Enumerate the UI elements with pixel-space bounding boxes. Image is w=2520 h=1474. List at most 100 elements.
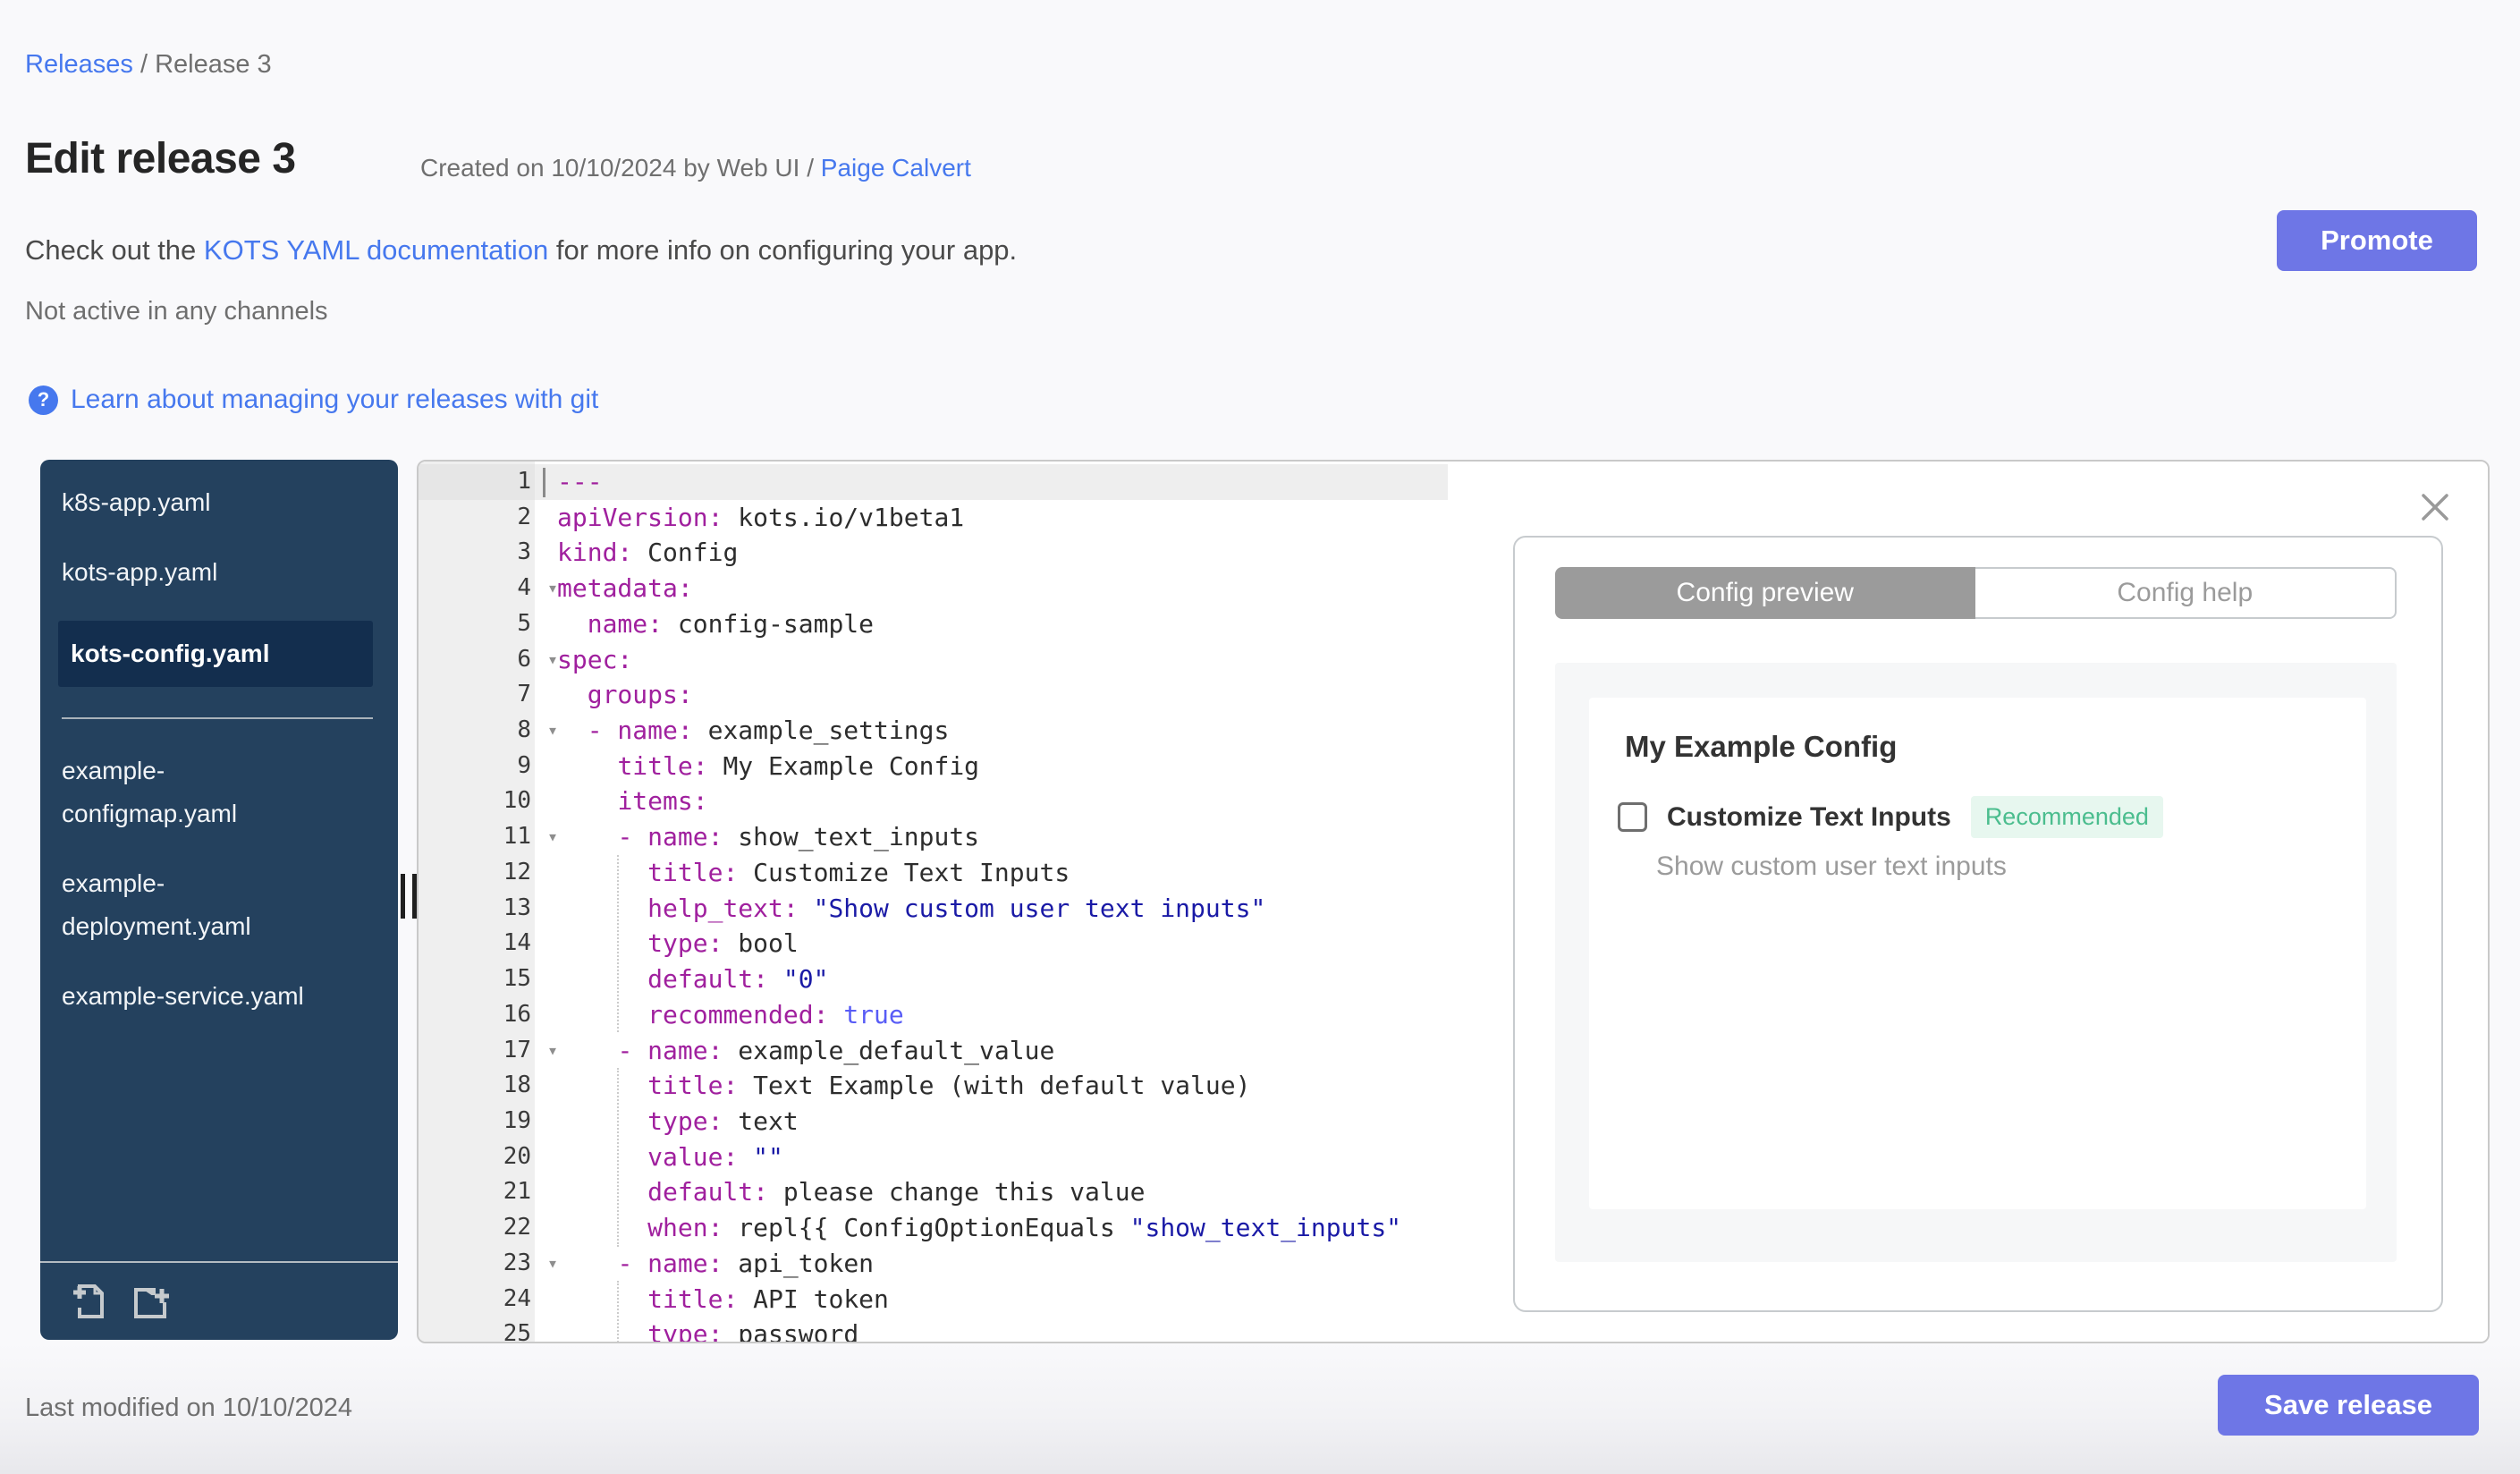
- code-line-7: groups:: [587, 680, 693, 710]
- code-line-9: title: My Example Config: [617, 750, 980, 781]
- git-link-label: Learn about managing your releases with …: [71, 385, 599, 414]
- editor-gutter: 1 2 3 4 ▾ 5 6 ▾ 7 8 ▾ 9 10 11 ▾ 12 13 14 15 16 17 ▾ 18 19 20 21 22…: [419, 462, 558, 1343]
- code-line-6: spec:: [557, 644, 633, 674]
- tab-config-preview[interactable]: Config preview: [1555, 567, 1975, 619]
- code-line-22: when: repl{{ ConfigOptionEquals "show_te…: [647, 1213, 1402, 1243]
- code-line-17: - name: example_default_value: [617, 1035, 1055, 1065]
- code-line-3: kind: Config: [557, 538, 739, 568]
- gutter-line-19: 19: [503, 1106, 531, 1134]
- preview-inner-box: Config preview Config help My Example Co…: [1513, 536, 2443, 1312]
- new-folder-icon[interactable]: [128, 1280, 171, 1323]
- gutter-line-7: 7: [517, 681, 531, 708]
- close-icon[interactable]: [2418, 490, 2452, 524]
- code-line-4: metadata:: [557, 573, 693, 604]
- kots-yaml-docs-link[interactable]: KOTS YAML documentation: [204, 234, 548, 266]
- created-text: Created on 10/10/2024 by Web UI /: [420, 154, 821, 182]
- sidebar-file-kots-config.yaml[interactable]: kots-config.yaml: [58, 621, 373, 687]
- file-list: k8s-app.yaml kots-app.yaml kots-config.yam…: [40, 460, 398, 1018]
- code-line-18: title: Text Example (with default value): [647, 1071, 1251, 1101]
- code-line-15: default: "0": [647, 964, 829, 995]
- config-item-row: Customize Text Inputs Recommended: [1618, 796, 2163, 838]
- config-preview-panel: Config preview Config help My Example Co…: [1448, 462, 2488, 1342]
- question-mark-icon: ?: [29, 385, 58, 415]
- gutter-line-24: 24: [503, 1284, 531, 1312]
- config-group-title: My Example Config: [1625, 730, 1898, 763]
- created-line: Created on 10/10/2024 by Web UI / Paige …: [420, 154, 971, 182]
- new-file-icon[interactable]: [67, 1280, 110, 1323]
- file-sidebar: k8s-app.yaml kots-app.yaml kots-config.yam…: [40, 460, 398, 1340]
- recommended-badge: Recommended: [1970, 796, 2163, 838]
- code-line-21: default: please change this value: [647, 1177, 1146, 1207]
- gutter-line-22: 22: [503, 1214, 531, 1241]
- gutter-line-12: 12: [503, 858, 531, 885]
- code-line-16: recommended: true: [647, 999, 904, 1029]
- code-line-5: name: config-sample: [587, 608, 875, 639]
- gutter-line-23: 23 ▾: [419, 1246, 558, 1282]
- text-cursor: [543, 468, 545, 497]
- promote-button[interactable]: Promote: [2277, 210, 2477, 271]
- sidebar-file-example-service.yaml[interactable]: example-service.yaml: [62, 975, 373, 1018]
- gutter-line-13: 13: [503, 894, 531, 921]
- gutter-line-25: 25: [503, 1320, 531, 1343]
- gutter-line-6: 6 ▾: [419, 642, 558, 678]
- breadcrumb-releases-link[interactable]: Releases: [25, 50, 133, 79]
- preview-content-area: My Example Config Customize Text Inputs …: [1555, 663, 2397, 1262]
- code-line-8: - name: example_settings: [587, 716, 950, 746]
- gutter-line-21: 21: [503, 1178, 531, 1206]
- sidebar-file-kots-app.yaml[interactable]: kots-app.yaml: [62, 551, 373, 594]
- gutter-line-1: 1: [419, 464, 535, 500]
- gutter-line-17: 17 ▾: [419, 1033, 558, 1069]
- code-line-19: type: text: [647, 1106, 799, 1136]
- breadcrumb: Releases / Release 3: [25, 50, 272, 80]
- code-line-11: - name: show_text_inputs: [617, 822, 980, 852]
- gutter-line-3: 3: [517, 538, 531, 566]
- code-line-20: value: "": [647, 1141, 783, 1172]
- gutter-line-9: 9: [517, 751, 531, 779]
- config-item-label: Customize Text Inputs: [1667, 801, 1951, 832]
- sidebar-file-k8s-app.yaml[interactable]: k8s-app.yaml: [62, 481, 373, 524]
- sidebar-file-example-configmap.yaml[interactable]: example-configmap.yaml: [62, 750, 373, 835]
- gutter-line-20: 20: [503, 1142, 531, 1170]
- save-release-button[interactable]: Save release: [2218, 1375, 2479, 1436]
- gutter-line-8: 8 ▾: [419, 713, 558, 749]
- breadcrumb-current: Release 3: [155, 50, 272, 79]
- sidebar-resize-handle[interactable]: [401, 874, 417, 919]
- active-line-highlight: [535, 464, 1448, 500]
- config-item-help-text: Show custom user text inputs: [1656, 851, 2007, 881]
- code-line-25: type: password: [647, 1319, 859, 1342]
- gutter-line-5: 5: [517, 609, 531, 637]
- gutter-line-11: 11 ▾: [419, 819, 558, 855]
- gutter-line-15: 15: [503, 965, 531, 993]
- sidebar-bottom-bar: [40, 1261, 398, 1340]
- sidebar-file-example-deployment.yaml[interactable]: example-deployment.yaml: [62, 862, 373, 948]
- code-line-2: apiVersion: kots.io/v1beta1: [557, 502, 965, 532]
- last-modified-text: Last modified on 10/10/2024: [25, 1394, 352, 1422]
- gutter-line-16: 16: [503, 1000, 531, 1028]
- gutter-line-18: 18: [503, 1072, 531, 1099]
- docs-suffix: for more info on configuring your app.: [548, 234, 1018, 266]
- customize-text-inputs-checkbox[interactable]: [1618, 802, 1647, 832]
- docs-prefix: Check out the: [25, 234, 204, 266]
- code-line-13: help_text: "Show custom user text inputs…: [647, 893, 1266, 923]
- footer-bar: [0, 1343, 2520, 1474]
- page-title: Edit release 3: [25, 135, 296, 182]
- editor-container: 1 2 3 4 ▾ 5 6 ▾ 7 8 ▾ 9 10 11 ▾ 12 13 14 15 16 17 ▾ 18 19 20 21 22…: [417, 460, 2490, 1343]
- gutter-line-2: 2: [517, 503, 531, 530]
- code-line-24: title: API token: [647, 1283, 889, 1314]
- sidebar-divider: [62, 717, 373, 719]
- code-editor[interactable]: --- apiVersion: kots.io/v1beta1 kind: Conf…: [535, 462, 1448, 1342]
- gutter-line-10: 10: [503, 787, 531, 815]
- breadcrumb-separator: /: [132, 50, 156, 79]
- channel-status: Not active in any channels: [25, 297, 328, 326]
- git-help-link[interactable]: ? Learn about managing your releases wit…: [29, 385, 598, 415]
- created-author-link[interactable]: Paige Calvert: [821, 154, 971, 182]
- gutter-line-4: 4 ▾: [419, 571, 558, 606]
- gutter-line-14: 14: [503, 929, 531, 957]
- docs-line: Check out the KOTS YAML documentation fo…: [25, 234, 1017, 267]
- code-line-10: items:: [617, 786, 708, 817]
- code-line-23: - name: api_token: [617, 1248, 875, 1278]
- code-line-12: title: Customize Text Inputs: [647, 857, 1070, 887]
- tab-config-help[interactable]: Config help: [1975, 567, 2397, 619]
- preview-tabs: Config preview Config help: [1555, 567, 2397, 619]
- code-line-14: type: bool: [647, 928, 799, 959]
